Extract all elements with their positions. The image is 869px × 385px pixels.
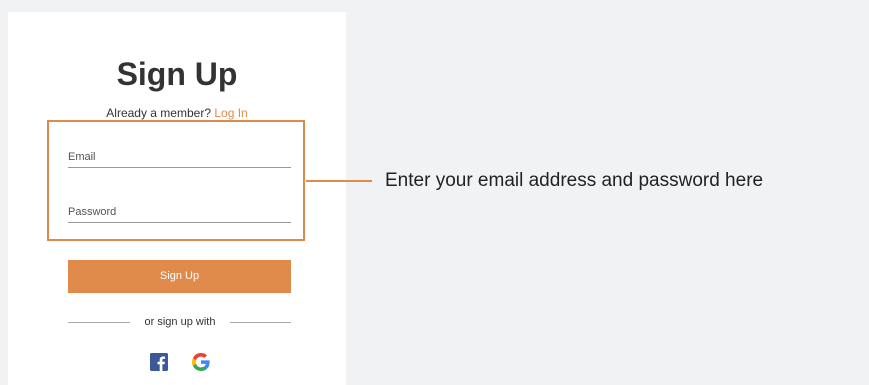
annotation-text: Enter your email address and password he… [385, 170, 764, 191]
annotation-connector [306, 180, 350, 182]
page-title: Sign Up [116, 56, 238, 92]
password-field[interactable]: Password [68, 205, 291, 223]
email-field[interactable]: Email [68, 150, 291, 168]
facebook-icon[interactable] [150, 353, 168, 371]
password-label: Password [68, 206, 117, 218]
divider-right [230, 322, 291, 323]
google-icon[interactable] [192, 353, 210, 371]
divider-left [68, 322, 130, 323]
member-prompt-text: Already a member? [106, 106, 211, 120]
social-divider-text: or sign up with [144, 316, 216, 328]
email-label: Email [68, 151, 96, 163]
annotation-connector-tail [350, 180, 372, 182]
sign-up-button[interactable]: Sign Up [68, 260, 291, 293]
login-prompt: Already a member? Log In [8, 105, 346, 121]
login-link[interactable]: Log In [214, 106, 247, 120]
